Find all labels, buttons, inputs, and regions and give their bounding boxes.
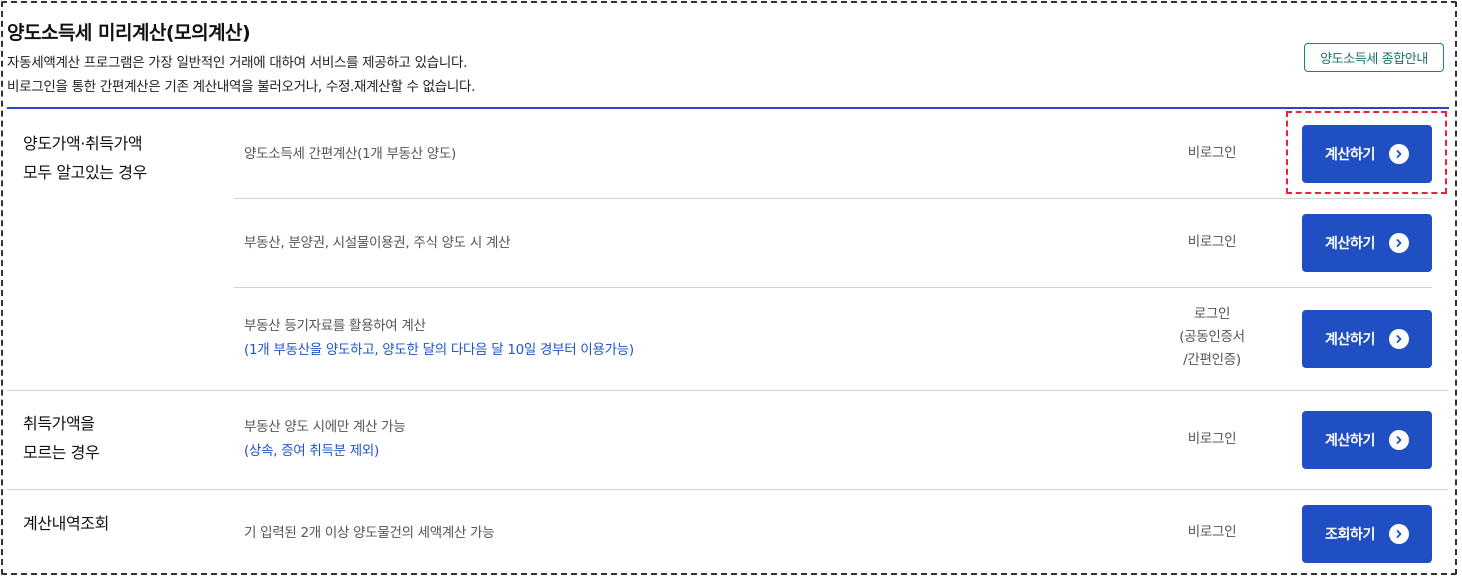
login-type: 비로그인 xyxy=(1187,234,1237,250)
category-unknown-acquisition: 취득가액을 모르는 경우 xyxy=(23,409,100,467)
row-description: 부동산 양도 시에만 계산 가능 (상속, 증여 취득분 제외) xyxy=(244,415,406,463)
row-description: 기 입력된 2개 이상 양도물건의 세액계산 가능 xyxy=(244,521,495,545)
login-type: 비로그인 xyxy=(1187,431,1237,447)
section-divider xyxy=(7,489,1448,490)
login-line: (공동인증서 xyxy=(1179,329,1245,345)
row-note: (상속, 증여 취득분 제외) xyxy=(244,443,379,459)
chevron-right-circle-icon xyxy=(1388,144,1409,164)
chevron-right-circle-icon xyxy=(1388,233,1409,253)
button-label: 계산하기 xyxy=(1325,236,1375,252)
login-type: 비로그인 xyxy=(1187,524,1237,540)
page-title: 양도소득세 미리계산(모의계산) xyxy=(7,22,251,44)
category-label-line: 취득가액을 xyxy=(23,414,95,433)
row-divider xyxy=(234,287,1432,288)
header-divider xyxy=(7,107,1449,109)
row-desc-text: 기 입력된 2개 이상 양도물건의 세액계산 가능 xyxy=(244,525,495,541)
chevron-right-circle-icon xyxy=(1388,430,1409,450)
section-divider xyxy=(7,390,1448,391)
chevron-right-circle-icon xyxy=(1388,524,1409,544)
login-type: 비로그인 xyxy=(1187,145,1237,161)
login-type: 로그인 (공동인증서 /간편인증) xyxy=(1147,303,1277,372)
description-line-1: 자동세액계산 프로그램은 가장 일반적인 거래에 대하여 서비스를 제공하고 있… xyxy=(7,55,468,71)
button-label: 계산하기 xyxy=(1325,433,1375,449)
login-line: /간편인증) xyxy=(1183,352,1241,368)
calculate-button-registry[interactable]: 계산하기 xyxy=(1302,310,1432,368)
row-description: 부동산, 분양권, 시설물이용권, 주식 양도 시 계산 xyxy=(244,231,511,255)
row-desc-text: 양도소득세 간편계산(1개 부동산 양도) xyxy=(244,146,456,162)
row-note: (1개 부동산을 양도하고, 양도한 달의 다다음 달 10일 경부터 이용가능… xyxy=(244,342,634,358)
category-history: 계산내역조회 xyxy=(23,509,109,538)
lookup-button-history[interactable]: 조회하기 xyxy=(1302,505,1432,563)
guide-button[interactable]: 양도소득세 종합안내 xyxy=(1304,43,1444,72)
calculate-button-unknown[interactable]: 계산하기 xyxy=(1302,411,1432,469)
row-desc-text: 부동산 등기자료를 활용하여 계산 xyxy=(244,318,426,334)
row-divider xyxy=(234,198,1432,199)
row-desc-text: 부동산 양도 시에만 계산 가능 xyxy=(244,419,406,435)
category-label-line: 모르는 경우 xyxy=(23,443,100,462)
login-line: 로그인 xyxy=(1193,306,1231,322)
calculate-button-simple[interactable]: 계산하기 xyxy=(1302,125,1432,183)
row-description: 양도소득세 간편계산(1개 부동산 양도) xyxy=(244,142,456,166)
category-known-values: 양도가액·취득가액 모두 알고있는 경우 xyxy=(23,129,147,187)
category-label-line: 계산내역조회 xyxy=(23,514,109,533)
row-description: 부동산 등기자료를 활용하여 계산 (1개 부동산을 양도하고, 양도한 달의 … xyxy=(244,314,634,362)
description-line-2: 비로그인을 통한 간편계산은 기존 계산내역을 불러오거나, 수정.재계산할 수… xyxy=(7,79,476,95)
chevron-right-circle-icon xyxy=(1388,329,1409,349)
category-label-line: 모두 알고있는 경우 xyxy=(23,163,147,182)
category-label-line: 양도가액·취득가액 xyxy=(23,134,143,153)
row-desc-text: 부동산, 분양권, 시설물이용권, 주식 양도 시 계산 xyxy=(244,235,511,251)
button-label: 계산하기 xyxy=(1325,332,1375,348)
button-label: 계산하기 xyxy=(1325,147,1375,163)
calculate-button-general[interactable]: 계산하기 xyxy=(1302,214,1432,272)
button-label: 조회하기 xyxy=(1325,527,1375,543)
